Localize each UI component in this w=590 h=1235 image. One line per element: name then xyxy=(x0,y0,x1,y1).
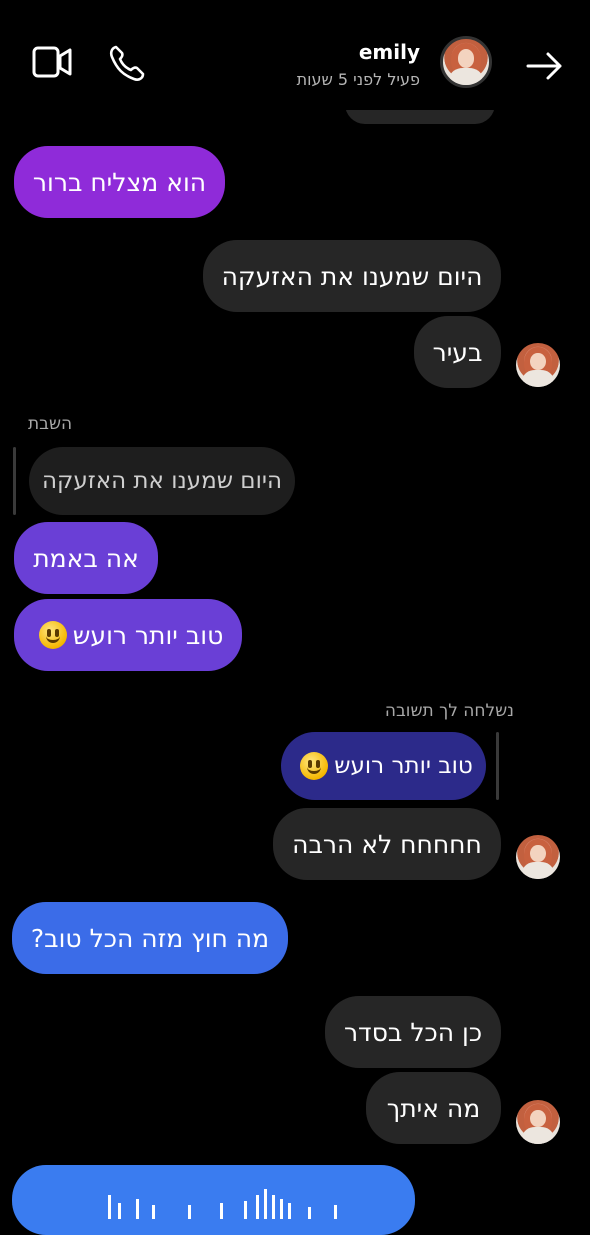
reply-label: נשלחה לך תשובה xyxy=(384,701,514,721)
waveform-icon xyxy=(108,1189,337,1219)
contact-avatar[interactable] xyxy=(440,36,492,88)
quoted-message[interactable]: טוב יותר רועש xyxy=(281,732,486,800)
message-bubble-received[interactable]: היום שמענו את האזעקה xyxy=(203,240,501,312)
voice-message-bubble[interactable] xyxy=(12,1165,415,1235)
grinning-face-icon xyxy=(300,752,329,780)
message-bubble-sent[interactable]: אה באמת xyxy=(14,522,158,594)
reply-indicator-bar xyxy=(13,447,16,515)
message-bubble-sent[interactable]: הוא מצליח ברור xyxy=(14,146,225,218)
contact-status: פעיל לפני 5 שעות xyxy=(296,70,420,89)
grinning-face-icon xyxy=(38,621,67,649)
phone-icon[interactable] xyxy=(108,44,146,82)
sender-avatar[interactable] xyxy=(516,835,560,879)
reply-label: השבת xyxy=(28,414,73,434)
sender-avatar[interactable] xyxy=(516,343,560,387)
message-bubble-received[interactable]: חחחחח לא הרבה xyxy=(273,808,501,880)
sender-avatar[interactable] xyxy=(516,1100,560,1144)
message-bubble-received[interactable]: כן הכל בסדר xyxy=(325,996,501,1068)
video-camera-icon[interactable] xyxy=(32,44,72,80)
arrow-right-icon[interactable] xyxy=(526,50,564,82)
contact-name[interactable]: emily xyxy=(359,40,420,64)
message-bubble-sent[interactable]: טוב יותר רועש xyxy=(14,599,242,671)
chat-header: emily פעיל לפני 5 שעות xyxy=(0,0,590,110)
message-bubble-received[interactable]: בעיר xyxy=(414,316,501,388)
message-bubble-received[interactable]: מה איתך xyxy=(366,1072,501,1144)
reply-indicator-bar xyxy=(496,732,499,800)
quoted-message[interactable]: היום שמענו את האזעקה xyxy=(29,447,295,515)
message-bubble-sent[interactable]: מה חוץ מזה הכל טוב? xyxy=(12,902,288,974)
